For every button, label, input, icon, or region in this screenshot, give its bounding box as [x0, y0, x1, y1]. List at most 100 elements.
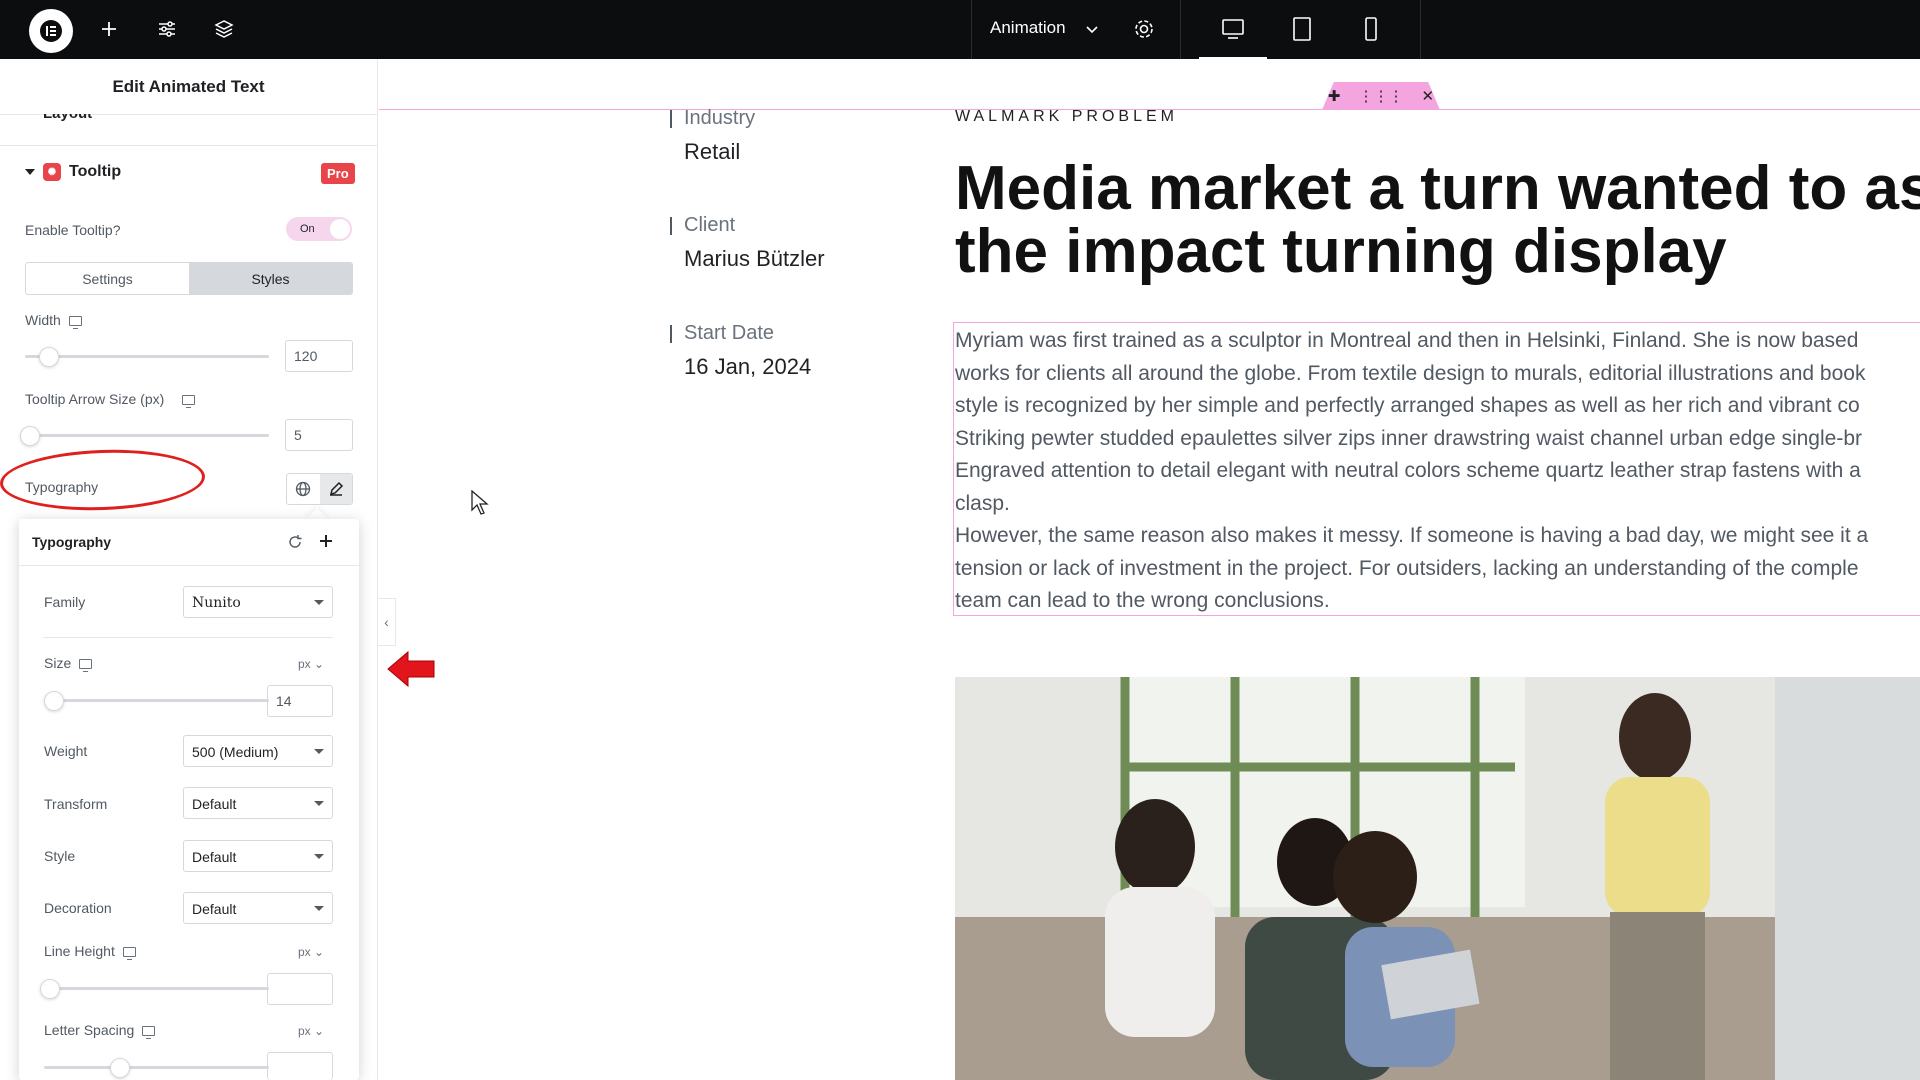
- size-input[interactable]: 14: [267, 685, 333, 717]
- settings-sliders-icon[interactable]: [152, 14, 182, 44]
- settings-styles-tabs: Settings Styles: [25, 262, 353, 295]
- width-label: Width: [25, 312, 82, 330]
- transform-select[interactable]: Default: [183, 787, 333, 819]
- desktop-responsive-icon[interactable]: [68, 316, 82, 330]
- paragraph-line: team can lead to the wrong conclusions.: [955, 589, 1330, 612]
- paragraph-line: tension or lack of investment in the pro…: [955, 556, 1859, 580]
- tablet-icon[interactable]: [1287, 14, 1317, 44]
- size-slider[interactable]: [44, 691, 269, 711]
- letter-spacing-slider[interactable]: [44, 1058, 269, 1078]
- letter-spacing-label: Letter Spacing: [44, 1022, 156, 1040]
- slider-thumb[interactable]: [19, 426, 40, 446]
- section-handle[interactable]: ✚ ⋮⋮⋮ ✕: [1322, 82, 1440, 110]
- style-select[interactable]: Default: [183, 840, 333, 872]
- headline-line: the impact turning display: [955, 217, 1727, 286]
- animation-menu-label[interactable]: Animation: [990, 18, 1066, 38]
- unit-label: px: [298, 657, 311, 671]
- paragraph-line: However, the same reason also makes it m…: [955, 524, 1869, 547]
- tab-settings[interactable]: Settings: [26, 263, 189, 294]
- family-label: Family: [44, 594, 86, 610]
- slider-thumb[interactable]: [40, 979, 60, 999]
- body-paragraph: Myriam was first trained as a sculptor i…: [955, 325, 1920, 615]
- layers-icon[interactable]: [209, 14, 239, 44]
- pro-badge: Pro: [321, 163, 355, 184]
- desktop-responsive-icon[interactable]: [79, 659, 93, 673]
- caret-down-icon: [25, 169, 35, 175]
- arrow-size-slider[interactable]: [19, 426, 269, 446]
- enable-tooltip-label: Enable Tooltip?: [25, 222, 121, 238]
- meta-label-start-date: Start Date: [684, 322, 775, 344]
- tooltip-section-header[interactable]: ✺ Tooltip: [25, 163, 121, 181]
- paragraph-line: Myriam was first trained as a sculptor i…: [955, 329, 1859, 352]
- drag-handle-icon[interactable]: ⋮⋮⋮: [1359, 87, 1404, 105]
- tooltip-pro-icon: ✺: [43, 163, 61, 181]
- globe-icon[interactable]: [287, 474, 320, 504]
- tab-styles[interactable]: Styles: [189, 263, 352, 294]
- transform-label: Transform: [44, 796, 108, 812]
- line-height-slider[interactable]: [40, 979, 269, 999]
- paragraph-line: style is recognized by her simple and pe…: [955, 394, 1860, 417]
- elementor-logo-icon[interactable]: [29, 9, 73, 53]
- red-pointer-arrow-icon: [386, 650, 438, 693]
- slider-thumb[interactable]: [39, 347, 60, 367]
- width-input[interactable]: 120: [285, 340, 353, 372]
- section-kicker: WALMARK PROBLEM: [955, 108, 1178, 125]
- meta-value-start-date: 16 Jan, 2024: [684, 354, 812, 379]
- line-height-unit-select[interactable]: px ⌄: [298, 945, 324, 959]
- arrow-size-label: Tooltip Arrow Size (px): [25, 391, 196, 409]
- arrow-size-input[interactable]: 5: [285, 419, 353, 451]
- tooltip-section-title: Tooltip: [69, 163, 122, 180]
- mouse-cursor-icon: [471, 489, 489, 521]
- line-height-input[interactable]: [267, 973, 333, 1005]
- style-label: Style: [44, 848, 76, 864]
- chevron-left-icon: ‹: [384, 614, 389, 630]
- chevron-down-icon[interactable]: [1077, 15, 1107, 45]
- decoration-label: Decoration: [44, 900, 112, 916]
- popover-title: Typography: [32, 534, 112, 550]
- desktop-responsive-icon[interactable]: [142, 1026, 156, 1040]
- paragraph-line: clasp.: [955, 491, 1010, 515]
- typography-controls: [286, 473, 353, 505]
- family-select[interactable]: Nunito: [183, 586, 333, 618]
- collapse-panel-button[interactable]: ‹: [378, 598, 396, 646]
- width-slider[interactable]: [25, 347, 269, 367]
- paragraph-line: Engraved attention to detail elegant wit…: [955, 459, 1861, 482]
- desktop-responsive-icon[interactable]: [122, 947, 136, 961]
- slider-thumb[interactable]: [110, 1058, 130, 1078]
- slider-thumb[interactable]: [44, 691, 64, 711]
- meta-value-client: Marius Bützler: [684, 246, 825, 271]
- page-headline: Media market a turn wanted to as the imp…: [955, 157, 1920, 283]
- add-icon[interactable]: [94, 14, 124, 44]
- paragraph-line: Striking pewter studded epaulettes silve…: [955, 426, 1862, 450]
- size-label-text: Size: [44, 655, 72, 671]
- enable-tooltip-toggle[interactable]: On: [286, 217, 352, 241]
- panel-title: Edit Animated Text: [0, 59, 377, 115]
- headline-line: Media market a turn wanted to as: [955, 154, 1920, 223]
- decoration-select[interactable]: Default: [183, 892, 333, 924]
- letter-spacing-input[interactable]: [267, 1052, 333, 1080]
- weight-label: Weight: [44, 743, 88, 759]
- pencil-icon[interactable]: [319, 474, 352, 504]
- add-icon[interactable]: [319, 534, 333, 551]
- line-height-label-text: Line Height: [44, 943, 115, 959]
- letter-spacing-label-text: Letter Spacing: [44, 1022, 135, 1038]
- weight-select[interactable]: 500 (Medium): [183, 735, 333, 767]
- reset-icon[interactable]: [287, 534, 303, 553]
- office-meeting-photo: [955, 677, 1920, 1080]
- letter-spacing-unit-select[interactable]: px ⌄: [298, 1024, 324, 1038]
- meta-label-industry: Industry: [684, 107, 756, 129]
- typography-popover: Typography Family Nunito Size px ⌄ 14 We…: [19, 519, 359, 1080]
- size-label: Size: [44, 655, 93, 673]
- arrow-size-label-text: Tooltip Arrow Size (px): [25, 391, 165, 407]
- desktop-responsive-icon[interactable]: [182, 395, 196, 409]
- width-label-text: Width: [25, 312, 61, 328]
- desktop-icon[interactable]: [1218, 14, 1248, 44]
- unit-label: px: [298, 1024, 311, 1038]
- paragraph-line: works for clients all around the globe. …: [955, 361, 1866, 385]
- line-height-label: Line Height: [44, 943, 136, 961]
- mobile-icon[interactable]: [1356, 14, 1386, 44]
- animated-text-widget[interactable]: Myriam was first trained as a sculptor i…: [953, 322, 1920, 616]
- size-unit-select[interactable]: px ⌄: [298, 657, 324, 671]
- gear-icon[interactable]: [1129, 14, 1159, 44]
- top-toolbar: Animation: [0, 0, 1920, 59]
